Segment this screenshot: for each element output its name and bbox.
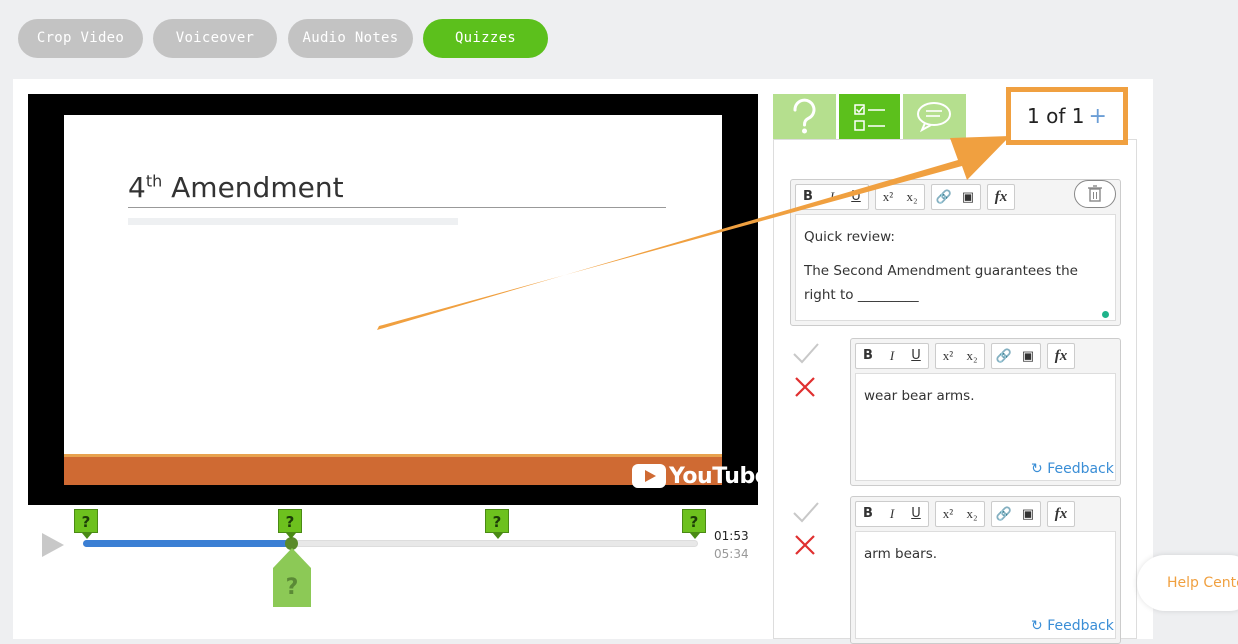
underline-button[interactable]: U <box>904 502 928 526</box>
subscript-button[interactable]: x₂ <box>960 344 984 368</box>
question-toolbar: B I U x² x₂ 🔗 ▣ fx <box>791 180 1021 214</box>
tab-voiceover[interactable]: Voiceover <box>153 19 277 58</box>
bold-button[interactable]: B <box>796 185 820 209</box>
tab-audio-notes[interactable]: Audio Notes <box>288 19 413 58</box>
youtube-logo: YouTube <box>632 462 770 490</box>
video-slide: 4th Amendment <box>64 115 722 485</box>
underline-button[interactable]: U <box>844 185 868 209</box>
mark-incorrect-icon-2[interactable] <box>794 534 816 556</box>
question-text[interactable]: Quick review: The Second Amendment guara… <box>795 214 1116 321</box>
tab-quizzes[interactable]: Quizzes <box>423 19 548 58</box>
bold-button[interactable]: B <box>856 502 880 526</box>
question-type-multiple-choice[interactable] <box>839 94 900 139</box>
image-icon[interactable]: ▣ <box>1016 502 1040 526</box>
play-icon[interactable] <box>42 533 64 557</box>
underline-button[interactable]: U <box>904 344 928 368</box>
slide-faint-text <box>128 218 458 225</box>
italic-button[interactable]: I <box>880 502 904 526</box>
slide-footer-bar <box>64 454 722 485</box>
image-icon[interactable]: ▣ <box>956 185 980 209</box>
question-type-discussion[interactable] <box>903 94 966 139</box>
question-counter: 1 of 1 + <box>1006 87 1128 145</box>
timeline-progress <box>83 540 291 547</box>
tab-crop-video[interactable]: Crop Video <box>18 19 143 58</box>
trash-icon <box>1088 185 1102 202</box>
speech-bubble-icon <box>917 102 951 133</box>
quiz-marker-3[interactable]: ? <box>485 509 509 539</box>
formula-button[interactable]: fx <box>1048 502 1074 526</box>
slide-divider <box>128 207 666 208</box>
current-time: 01:53 <box>714 529 749 543</box>
help-center-button[interactable]: Help Center <box>1137 555 1238 611</box>
formula-button[interactable]: fx <box>1048 344 1074 368</box>
selected-quiz-marker[interactable]: ? <box>273 548 311 607</box>
mark-correct-icon-1[interactable] <box>792 340 820 366</box>
image-icon[interactable]: ▣ <box>1016 344 1040 368</box>
youtube-play-icon <box>632 464 666 488</box>
question-type-open[interactable] <box>773 94 836 139</box>
checklist-icon <box>854 104 885 131</box>
question-editor: B I U x² x₂ 🔗 ▣ fx Quick review: The Sec… <box>790 179 1121 326</box>
superscript-button[interactable]: x² <box>936 502 960 526</box>
refresh-icon: ↻ <box>1031 461 1043 477</box>
feedback-link-1[interactable]: ↻ Feedback <box>1031 461 1114 477</box>
italic-button[interactable]: I <box>880 344 904 368</box>
formula-button[interactable]: fx <box>988 185 1014 209</box>
mark-correct-icon-2[interactable] <box>792 499 820 525</box>
delete-question-button[interactable] <box>1074 180 1116 208</box>
quiz-marker-1[interactable]: ? <box>74 509 98 539</box>
quiz-marker-4[interactable]: ? <box>682 509 706 539</box>
link-icon[interactable]: 🔗 <box>932 185 956 209</box>
add-question-button[interactable]: + <box>1089 104 1107 129</box>
status-dot <box>1102 311 1109 318</box>
superscript-button[interactable]: x² <box>876 185 900 209</box>
link-icon[interactable]: 🔗 <box>992 344 1016 368</box>
quiz-marker-2[interactable]: ? <box>278 509 302 539</box>
italic-button[interactable]: I <box>820 185 844 209</box>
subscript-button[interactable]: x₂ <box>900 185 924 209</box>
total-time: 05:34 <box>714 547 749 561</box>
link-icon[interactable]: 🔗 <box>992 502 1016 526</box>
superscript-button[interactable]: x² <box>936 344 960 368</box>
bold-button[interactable]: B <box>856 344 880 368</box>
mark-incorrect-icon-1[interactable] <box>794 376 816 398</box>
subscript-button[interactable]: x₂ <box>960 502 984 526</box>
question-mark-icon <box>793 98 816 134</box>
slide-title: 4th Amendment <box>128 171 344 204</box>
